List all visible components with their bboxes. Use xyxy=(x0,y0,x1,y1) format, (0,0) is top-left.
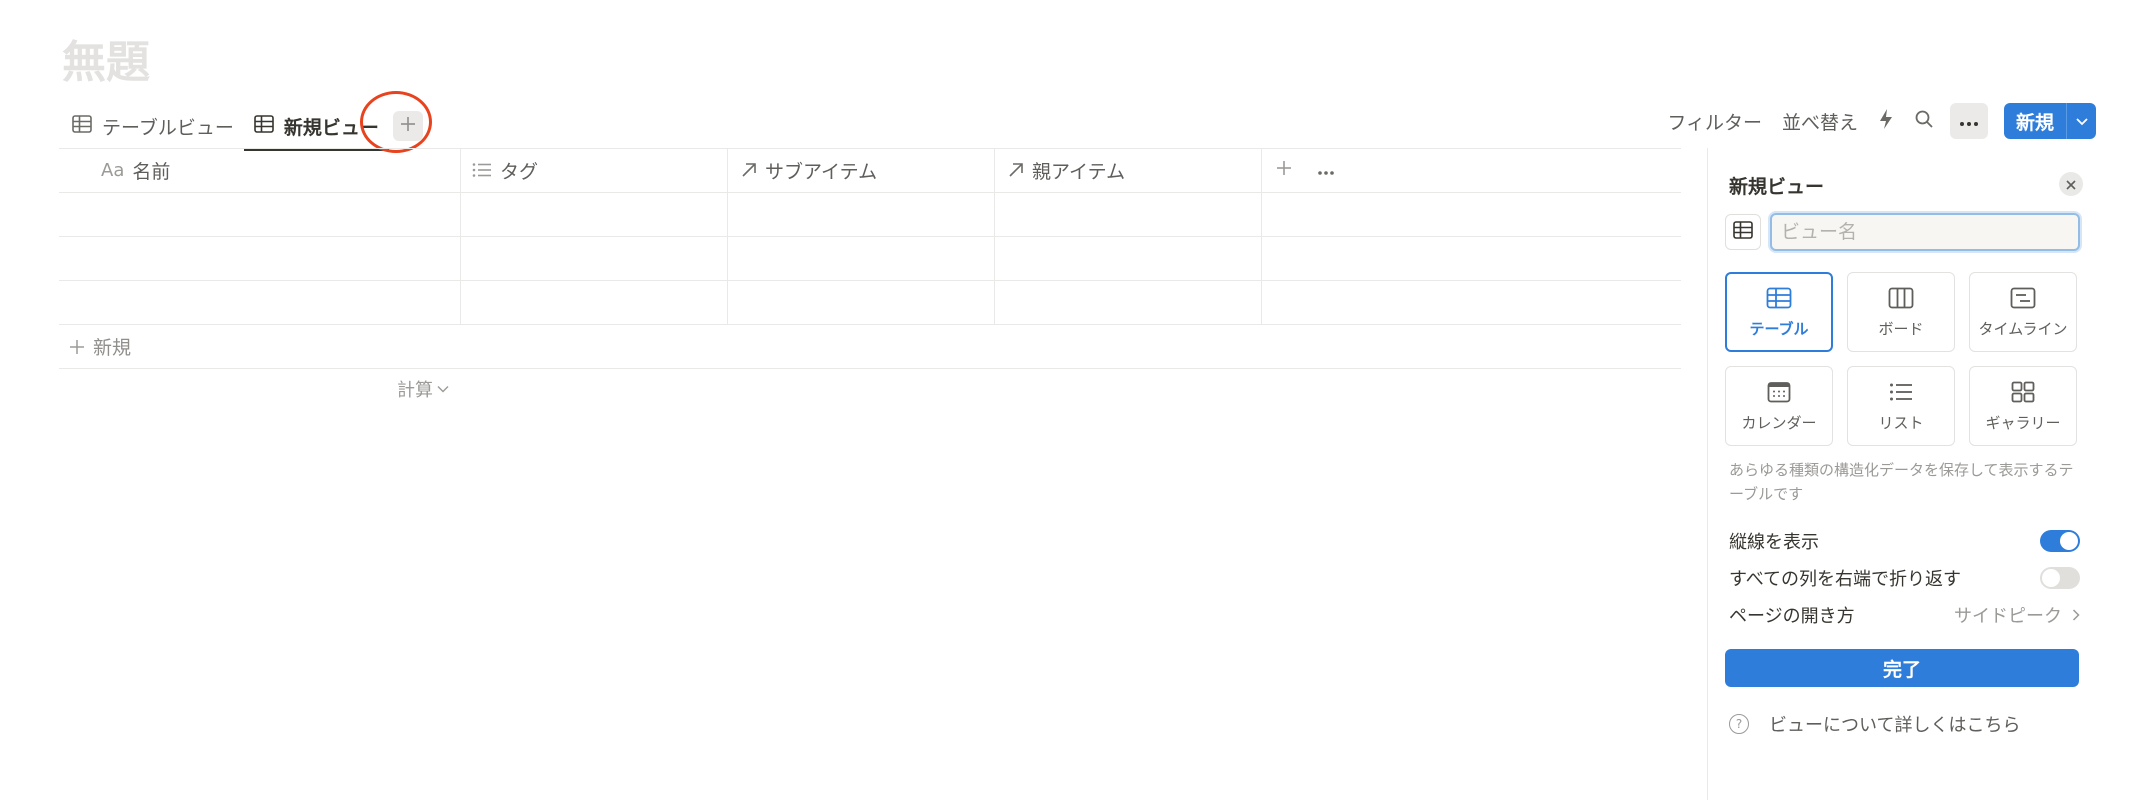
column-header-label: 名前 xyxy=(132,160,171,183)
setting-label: すべての列を右端で折り返す xyxy=(1729,569,1962,590)
panel-title: 新規ビュー xyxy=(1729,176,1825,198)
help-link-label: ビューについて詳しくはこちら xyxy=(1769,715,2021,736)
wrap-columns-toggle[interactable] xyxy=(2040,567,2080,589)
chevron-down-icon xyxy=(437,385,449,393)
view-tabs: テーブルビュー 新規ビュー xyxy=(62,104,423,151)
close-panel-button[interactable] xyxy=(2059,172,2083,196)
table-row[interactable] xyxy=(59,192,1681,236)
view-type-calendar[interactable]: カレンダー xyxy=(1725,366,1833,446)
view-type-list[interactable]: リスト xyxy=(1847,366,1955,446)
tab-label: 新規ビュー xyxy=(283,116,379,139)
timeline-icon xyxy=(2010,286,2036,310)
vertical-lines-toggle[interactable] xyxy=(2040,530,2080,552)
arrow-up-right-icon xyxy=(741,162,757,178)
table-border xyxy=(59,324,1681,325)
calculate-label: 計算 xyxy=(397,380,433,401)
more-options-button[interactable] xyxy=(1949,103,1988,139)
table-border xyxy=(59,368,1681,369)
table-icon xyxy=(1766,286,1792,310)
add-row-label: 新規 xyxy=(93,337,132,359)
table-icon xyxy=(254,114,274,138)
view-type-label: リスト xyxy=(1878,413,1924,432)
view-name-input[interactable] xyxy=(1770,213,2080,251)
help-icon: ? xyxy=(1729,714,1749,734)
gallery-icon xyxy=(2011,380,2035,404)
automation-button[interactable] xyxy=(1878,108,1894,135)
setting-label: ページの開き方 xyxy=(1729,606,1855,627)
view-type-board[interactable]: ボード xyxy=(1847,272,1955,352)
tab-table-view[interactable]: テーブルビュー xyxy=(62,104,244,148)
setting-open-pages-in[interactable]: ページの開き方 サイドピーク xyxy=(1729,600,2080,630)
view-type-label: ボード xyxy=(1878,319,1924,338)
ellipsis-icon xyxy=(1959,111,1979,132)
tab-new-view[interactable]: 新規ビュー xyxy=(243,104,389,151)
text-property-icon: Aa xyxy=(101,159,125,181)
column-header-tags[interactable]: タグ xyxy=(472,148,538,192)
add-property-button[interactable] xyxy=(1275,148,1293,192)
page-title[interactable]: 無題 xyxy=(62,26,150,90)
calculate-button[interactable]: 計算 xyxy=(397,376,449,402)
tab-label: テーブルビュー xyxy=(102,116,234,139)
close-icon xyxy=(2066,174,2076,195)
chevron-down-icon xyxy=(2075,111,2089,132)
table-icon xyxy=(1733,220,1753,244)
column-header-name[interactable]: Aa 名前 xyxy=(101,148,170,192)
new-dropdown-button[interactable] xyxy=(2066,103,2096,139)
open-pages-in-value: サイドピーク xyxy=(1954,602,2080,628)
list-icon xyxy=(472,162,492,178)
add-row-button[interactable]: 新規 xyxy=(69,333,131,360)
new-view-panel: 新規ビュー テーブル ボード タイムライン xyxy=(1707,148,2095,800)
plus-icon xyxy=(69,339,85,355)
setting-wrap-all-columns: すべての列を右端で折り返す xyxy=(1729,563,2080,593)
table-icon xyxy=(72,114,92,138)
plus-icon xyxy=(1275,159,1293,182)
calendar-icon xyxy=(1767,380,1791,404)
sort-button[interactable]: 並べ替え xyxy=(1782,108,1858,135)
property-options-button[interactable] xyxy=(1317,148,1335,192)
view-type-label: タイムライン xyxy=(1978,319,2068,338)
board-icon xyxy=(1888,286,1914,310)
toggle-knob xyxy=(2042,569,2060,587)
arrow-up-right-icon xyxy=(1008,162,1024,178)
ellipsis-icon xyxy=(1317,159,1335,181)
view-type-label: テーブル xyxy=(1749,319,1809,338)
plus-icon xyxy=(399,115,417,138)
view-type-label: ギャラリー xyxy=(1985,413,2061,432)
column-header-sub-items[interactable]: サブアイテム xyxy=(741,148,877,192)
view-type-timeline[interactable]: タイムライン xyxy=(1969,272,2077,352)
add-view-button[interactable] xyxy=(392,111,423,141)
new-button[interactable]: 新規 xyxy=(2004,103,2066,139)
search-icon xyxy=(1914,109,1934,134)
setting-show-vertical-lines: 縦線を表示 xyxy=(1729,526,2080,556)
table-row[interactable] xyxy=(59,280,1681,324)
toggle-knob xyxy=(2060,532,2078,550)
column-header-label: 親アイテム xyxy=(1032,160,1126,183)
learn-about-views-link[interactable]: ? ビューについて詳しくはこちら xyxy=(1729,711,2020,737)
view-type-description: あらゆる種類の構造化データを保存して表示するテーブルです xyxy=(1729,461,2074,503)
table-row[interactable] xyxy=(59,236,1681,280)
view-type-label: カレンダー xyxy=(1741,413,1817,432)
list-icon xyxy=(1889,380,1913,404)
toolbar: フィルター 並べ替え 新規 xyxy=(1647,103,2096,139)
chevron-right-icon xyxy=(2072,609,2080,621)
setting-label: 縦線を表示 xyxy=(1729,532,1819,553)
new-button-group: 新規 xyxy=(2003,103,2096,139)
column-header-label: サブアイテム xyxy=(765,160,878,183)
view-icon-picker[interactable] xyxy=(1725,214,1761,250)
search-button[interactable] xyxy=(1914,109,1934,134)
column-header-parent-item[interactable]: 親アイテム xyxy=(1008,148,1125,192)
done-button[interactable]: 完了 xyxy=(1725,649,2079,687)
view-type-grid: テーブル ボード タイムライン カレンダー リスト ギャラリー xyxy=(1725,272,2079,446)
view-type-table[interactable]: テーブル xyxy=(1725,272,1833,352)
setting-value-text: サイドピーク xyxy=(1954,606,2062,627)
lightning-icon xyxy=(1878,108,1894,135)
column-header-label: タグ xyxy=(500,160,539,183)
view-type-gallery[interactable]: ギャラリー xyxy=(1969,366,2077,446)
filter-button[interactable]: フィルター xyxy=(1667,108,1762,135)
